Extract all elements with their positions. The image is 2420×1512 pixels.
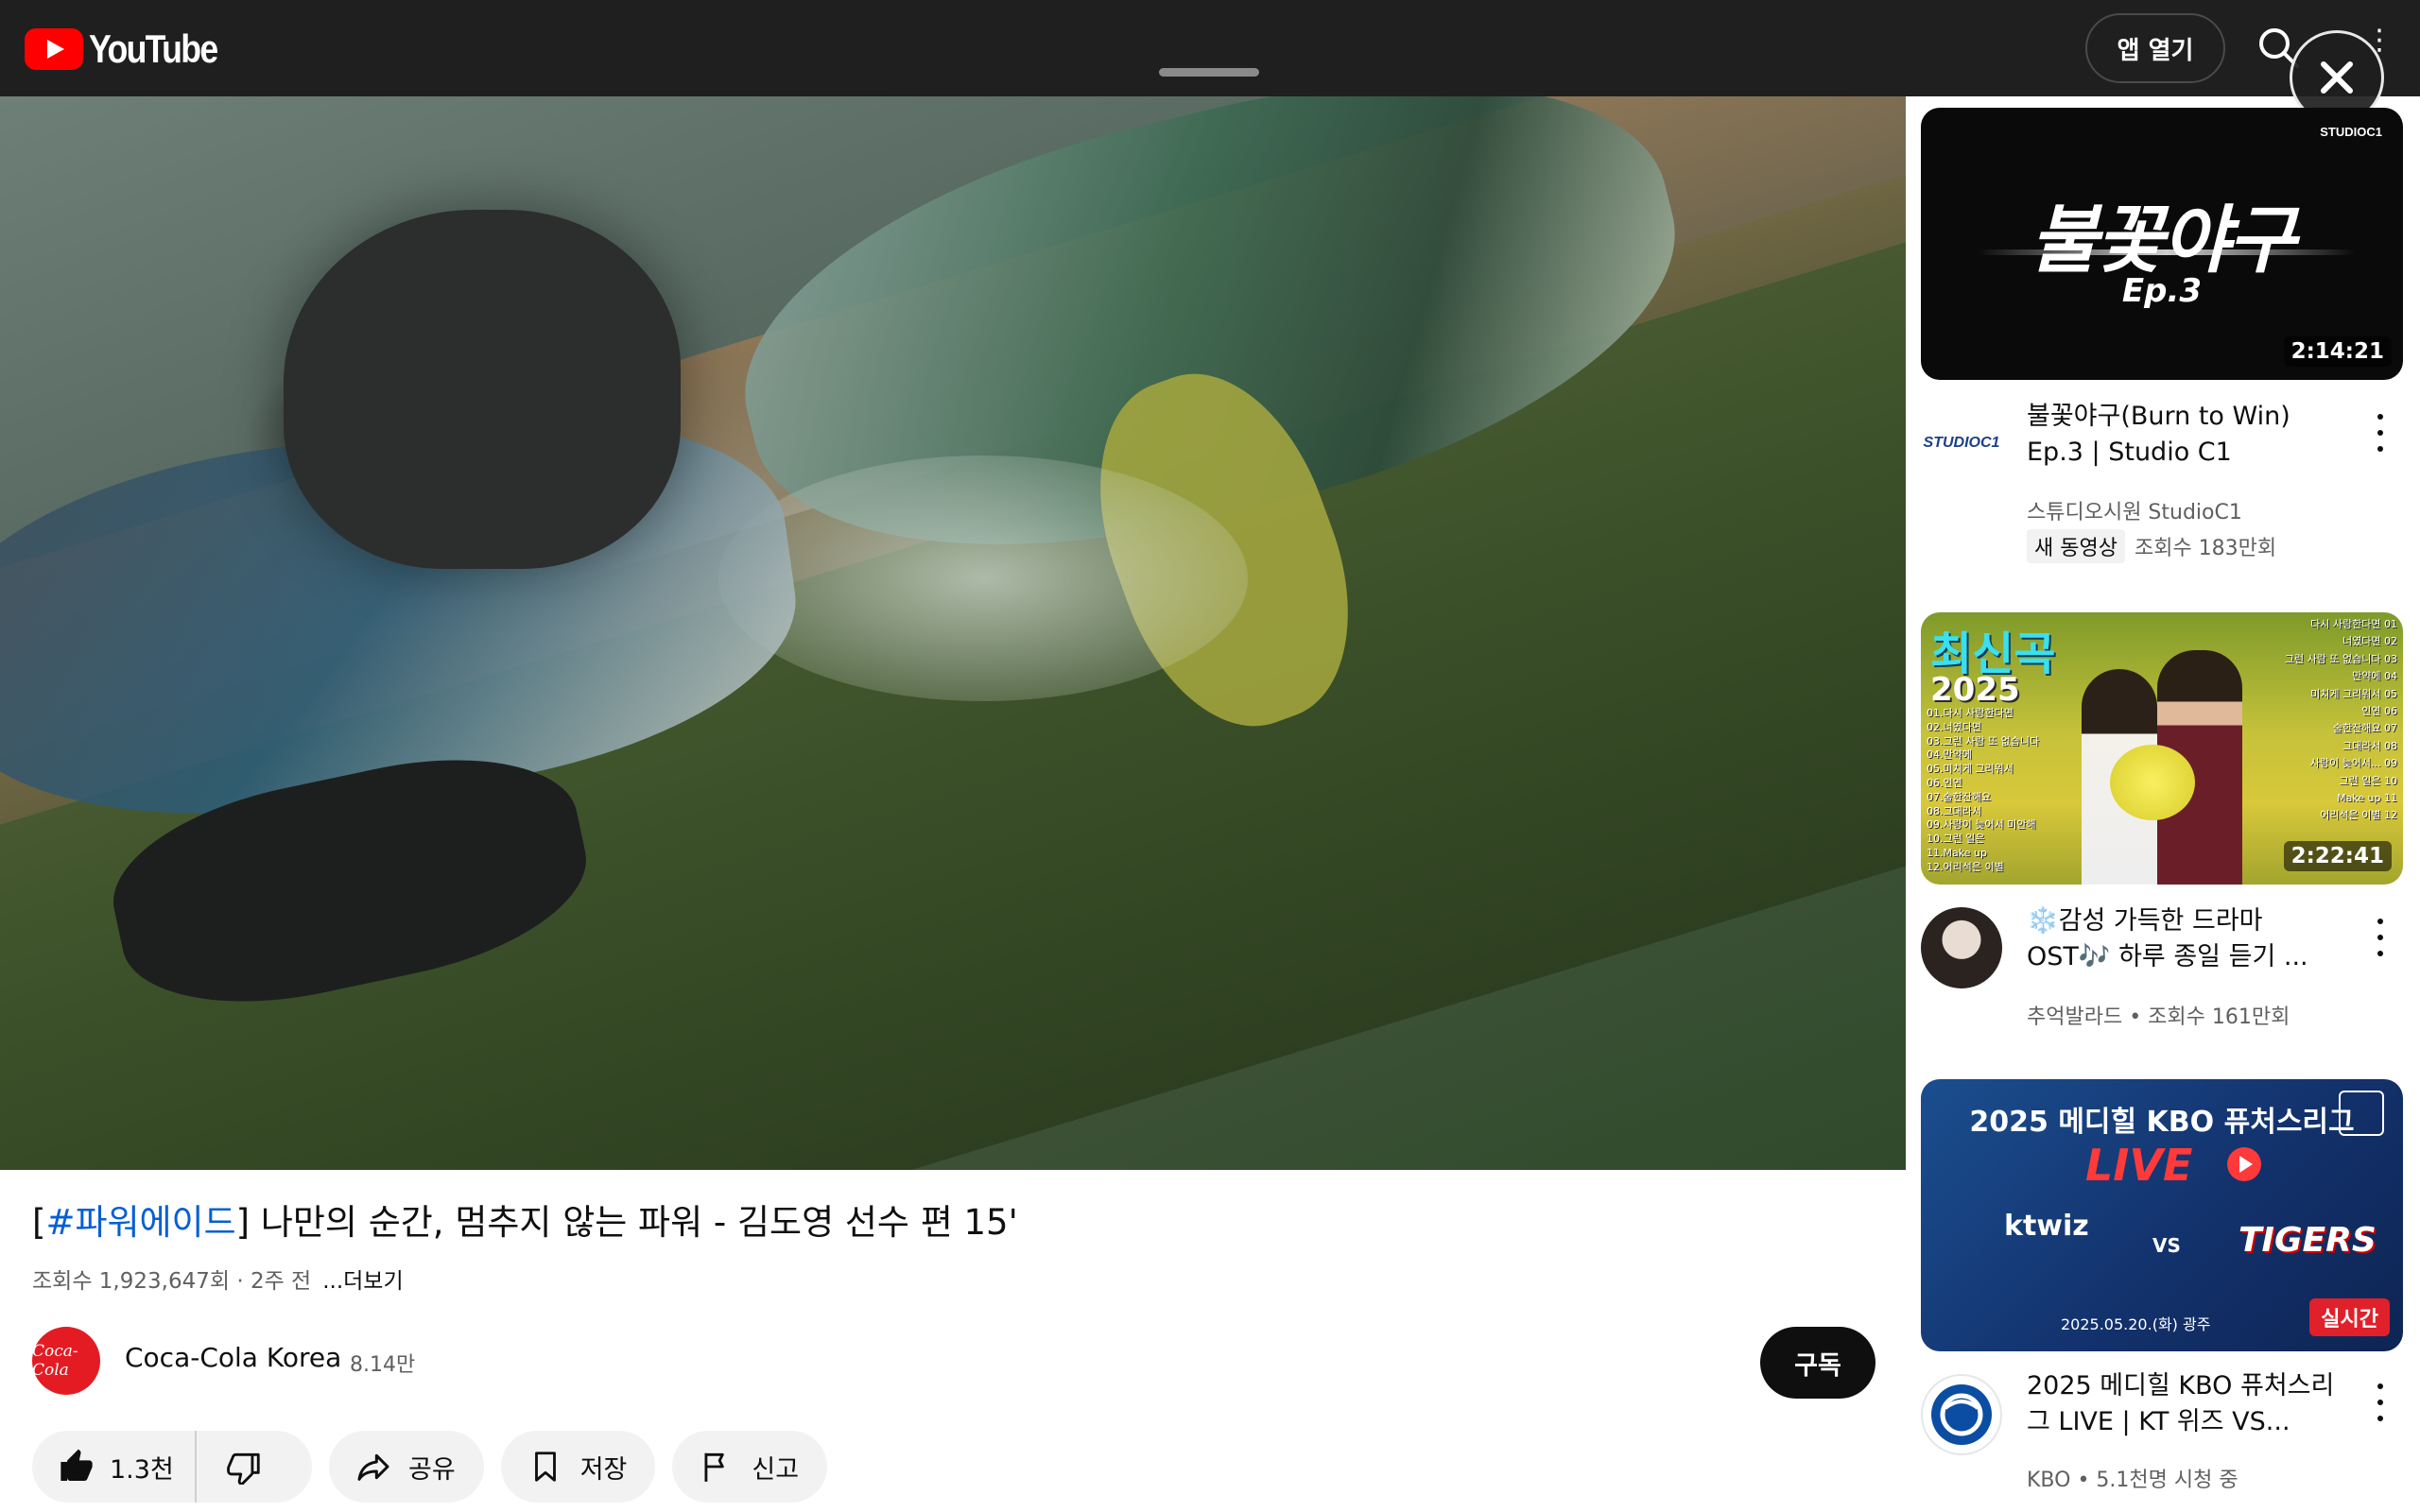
channel-avatar[interactable]: Coca-Cola (32, 1327, 100, 1395)
subscriber-count: 8.14만 (350, 1353, 416, 1377)
new-video-badge: 새 동영상 (2027, 529, 2125, 563)
more-vert-icon[interactable] (2371, 919, 2390, 956)
thumbnail-live-text: LIVE (2085, 1140, 2193, 1191)
recommendation-meta: 새 동영상 조회수 183만회 (2027, 529, 2276, 563)
recommendation-card[interactable]: 최신곡 2025 01.다시 사랑한다면 02.너였다면 03.그런 사람 또 … (1921, 612, 2403, 1038)
video-thumbnail[interactable]: 최신곡 2025 01.다시 사랑한다면 02.너였다면 03.그런 사람 또 … (1921, 612, 2403, 885)
more-vert-icon[interactable] (2371, 414, 2390, 452)
channel-avatar-text: STUDIOC1 (1923, 435, 2000, 451)
recommendation-channel: 스튜디오시원 StudioC1 (2027, 501, 2242, 524)
recommendation-title[interactable]: 2025 메디힐 KBO 퓨처스리그 LIVE | KT 위즈 VS... (2027, 1368, 2339, 1440)
play-circle-icon (2227, 1147, 2261, 1181)
report-label: 신고 (752, 1454, 800, 1485)
recommendation-title[interactable]: 불꽃야구(Burn to Win) Ep.3 | Studio C1 (2027, 399, 2339, 471)
channel-avatar[interactable] (1921, 907, 2002, 988)
thumbnail-title: 2025 메디힐 KBO 퓨처스리그 (1969, 1106, 2355, 1139)
kbo-logo-icon (1931, 1384, 1992, 1445)
video-thumbnail[interactable]: STUDIOC1 불꽃야구 Ep.3 2:14:21 (1921, 108, 2403, 380)
youtube-play-icon (25, 28, 83, 70)
bookmark-icon (526, 1447, 565, 1486)
video-frame[interactable] (0, 96, 1906, 1170)
more-link[interactable]: ...더보기 (322, 1269, 403, 1294)
view-count-and-date: 조회수 1,923,647회 · 2주 전 (32, 1269, 312, 1294)
flag-icon (697, 1447, 736, 1486)
action-bar: 1.3천 공유 저장 신고 (32, 1431, 828, 1503)
recommendation-meta: 추억발라드 • 조회수 161만회 (2027, 1005, 2290, 1029)
close-icon (2321, 61, 2353, 94)
recommendation-card[interactable]: 2025 메디힐 KBO 퓨처스리그 LIVE ktwiz VS TIGERS … (1921, 1079, 2403, 1504)
share-label: 공유 (408, 1454, 456, 1485)
thumbnail-subtitle: Ep.3 (2121, 272, 2203, 310)
thumbs-up-icon (57, 1447, 96, 1486)
thumbnail-tracklist-right: 다시 사랑한다면 01 너였다면 02 그런 사람 또 없습니다 03 만약에 … (2284, 618, 2397, 822)
subscribe-button[interactable]: 구독 (1760, 1327, 1876, 1399)
open-app-button[interactable]: 앱 열기 (2085, 13, 2225, 83)
team-logo-tigers: TIGERS (2238, 1221, 2377, 1260)
channel-avatar[interactable] (1921, 1374, 2002, 1455)
hashtag-link[interactable]: #파워에이드 (45, 1202, 235, 1243)
dislike-button[interactable] (197, 1447, 265, 1486)
youtube-wordmark: YouTube (89, 26, 218, 71)
video-scene-dust (718, 455, 1248, 701)
player-topbar: YouTube (0, 0, 1906, 96)
like-dislike-group: 1.3천 (32, 1431, 312, 1503)
like-count: 1.3천 (110, 1454, 174, 1485)
recommendation-card[interactable]: STUDIOC1 불꽃야구 Ep.3 2:14:21 STUDIOC1 불꽃야구… (1921, 108, 2403, 563)
title-text: ] 나만의 순간, 멈추지 않는 파워 - 김도영 선수 편 15' (235, 1202, 1018, 1243)
video-meta[interactable]: 조회수 1,923,647회 · 2주 전 ...더보기 (32, 1263, 404, 1295)
youtube-logo[interactable]: YouTube (25, 26, 239, 72)
video-title: [#파워에이드] 나만의 순간, 멈추지 않는 파워 - 김도영 선수 편 15… (32, 1196, 1018, 1249)
video-duration: 2:14:21 (2283, 336, 2392, 367)
channel-name[interactable]: Coca-Cola Korea (125, 1342, 341, 1373)
live-badge: 실시간 (2309, 1298, 2390, 1336)
thumbnail-bouquet (2110, 745, 2195, 820)
thumbnail-tracklist-left: 01.다시 사랑한다면 02.너였다면 03.그런 사람 또 없습니다 04.만… (1927, 707, 2040, 873)
drag-handle[interactable] (1159, 68, 1259, 77)
recommendation-title[interactable]: ❄️감성 가득한 드라마 OST🎶 하루 종일 듣기 ... (2027, 903, 2339, 975)
report-button[interactable]: 신고 (672, 1431, 828, 1503)
share-button[interactable]: 공유 (329, 1431, 484, 1503)
like-button[interactable]: 1.3천 (32, 1431, 197, 1503)
video-duration: 2:22:41 (2283, 841, 2392, 871)
video-player[interactable]: YouTube (0, 0, 1906, 1170)
thumbnail-brand: STUDIOC1 (2320, 125, 2382, 139)
video-scene-helmet (284, 210, 681, 569)
save-label: 저장 (579, 1454, 628, 1485)
save-button[interactable]: 저장 (500, 1431, 656, 1503)
versus-label: VS (2152, 1234, 2181, 1257)
match-date: 2025.05.20.(화) 광주 (2061, 1315, 2211, 1333)
video-thumbnail[interactable]: 2025 메디힐 KBO 퓨처스리그 LIVE ktwiz VS TIGERS … (1921, 1079, 2403, 1351)
share-icon (354, 1447, 393, 1486)
channel-avatar[interactable]: STUDIOC1 (1921, 403, 2002, 484)
thumbs-down-icon (225, 1447, 265, 1486)
team-logo-kt: ktwiz (2004, 1210, 2089, 1243)
more-vert-icon[interactable] (2371, 1383, 2390, 1421)
recommendation-meta: KBO • 5.1천명 시청 중 (2027, 1469, 2238, 1492)
thumbnail-year: 2025 (1930, 671, 2020, 709)
view-count: 조회수 183만회 (2134, 537, 2277, 560)
title-bracket: [ (32, 1202, 46, 1243)
